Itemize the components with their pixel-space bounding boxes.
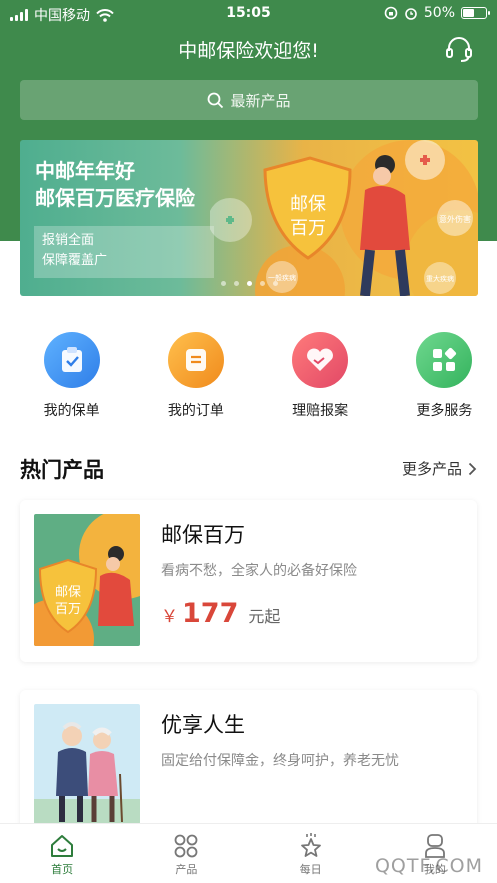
tab-home-label: 首页 <box>51 863 74 876</box>
more-products-link[interactable]: 更多产品 <box>402 458 477 479</box>
carousel-dot[interactable] <box>259 281 265 286</box>
order-icon <box>167 332 224 388</box>
policy-icon <box>43 332 100 388</box>
section-title: 热门产品 <box>20 458 104 482</box>
quick-more-services-label: 更多服务 <box>416 403 473 419</box>
headset-icon[interactable] <box>444 34 474 64</box>
more-products-label: 更多产品 <box>401 460 462 478</box>
carousel-dot[interactable] <box>233 281 239 286</box>
carousel-dot[interactable] <box>220 281 226 286</box>
product-image-text-1: 邮保 <box>55 585 81 600</box>
banner-title-line-2: 邮保百万医疗保险 <box>35 186 195 210</box>
banner-title: 中邮年年好 邮保百万医疗保险 <box>35 158 195 212</box>
promo-banner[interactable]: 邮保 百万 意外伤害 一般疾病 重大疾病 中邮年年好 邮保百万医疗保险 报销全面… <box>20 140 478 296</box>
banner-bubble-1: 意外伤害 <box>439 214 471 224</box>
watermark: QQTF.COM <box>374 855 483 877</box>
products-grid-icon <box>174 834 198 858</box>
product-card[interactable]: 优享人生 固定给付保障金，终身呵护，养老无忧 <box>20 690 477 840</box>
tab-daily-label: 每日 <box>299 863 322 876</box>
search-bar[interactable]: 最新产品 <box>20 80 478 120</box>
product-desc: 看病不愁，全家人的必备好保险 <box>161 563 357 579</box>
price-unit: 元起 <box>248 607 281 626</box>
tab-products-label: 产品 <box>175 863 198 876</box>
quick-more-services[interactable]: 更多服务 <box>392 332 497 420</box>
carousel-dot[interactable] <box>272 281 278 286</box>
carousel-dots[interactable] <box>20 281 478 286</box>
quick-my-order-label: 我的订单 <box>167 403 224 419</box>
banner-shield-text-2: 百万 <box>290 218 326 239</box>
chevron-right-icon <box>468 462 477 475</box>
daily-star-icon <box>300 833 321 857</box>
quick-claim-report-label: 理赔报案 <box>292 403 349 419</box>
banner-illustration: 邮保 百万 意外伤害 一般疾病 重大疾病 <box>210 140 478 296</box>
banner-subtitle: 报销全面 保障覆盖广 <box>34 226 214 278</box>
product-desc: 固定给付保障金，终身呵护，养老无忧 <box>161 753 399 769</box>
search-icon <box>208 92 224 108</box>
quick-my-policy[interactable]: 我的保单 <box>19 332 124 420</box>
quick-actions: 我的保单 我的订单 理赔报案 更多服务 <box>0 332 497 420</box>
product-image-text-2: 百万 <box>55 602 81 617</box>
quick-my-order[interactable]: 我的订单 <box>143 332 248 420</box>
product-name: 邮保百万 <box>161 523 245 547</box>
claim-handshake-icon <box>292 332 349 388</box>
product-image: 邮保 百万 <box>34 514 140 646</box>
product-image <box>34 704 140 824</box>
price-value: 177 <box>182 598 239 629</box>
quick-claim-report[interactable]: 理赔报案 <box>268 332 373 420</box>
lock-rotation-icon <box>384 6 398 20</box>
alarm-icon <box>405 8 417 20</box>
banner-sub-line-2: 保障覆盖广 <box>42 253 108 268</box>
banner-title-line-1: 中邮年年好 <box>35 159 135 183</box>
status-bar: 中国移动 15:05 50% <box>0 0 497 28</box>
banner-sub-line-1: 报销全面 <box>42 233 95 248</box>
tab-home[interactable]: 首页 <box>0 824 124 883</box>
currency-symbol: ￥ <box>161 607 178 627</box>
tab-daily[interactable]: 每日 <box>249 824 373 883</box>
carousel-dot[interactable] <box>246 281 252 286</box>
product-price: ￥ 177 元起 <box>161 598 280 629</box>
quick-my-policy-label: 我的保单 <box>43 403 100 419</box>
banner-shield-text-1: 邮保 <box>290 194 326 215</box>
home-icon <box>51 835 74 857</box>
tab-products[interactable]: 产品 <box>124 824 248 883</box>
product-name: 优享人生 <box>161 713 245 737</box>
search-placeholder: 最新产品 <box>230 91 291 110</box>
battery-icon <box>461 7 490 19</box>
status-right: 50% <box>384 5 490 21</box>
page-title: 中邮保险欢迎您! <box>178 40 319 62</box>
hot-products-header: 热门产品 更多产品 <box>20 452 477 486</box>
battery-percent: 50% <box>423 5 455 21</box>
product-card[interactable]: 邮保 百万 邮保百万 看病不愁，全家人的必备好保险 ￥ 177 元起 <box>20 500 477 662</box>
more-services-icon <box>416 332 473 388</box>
